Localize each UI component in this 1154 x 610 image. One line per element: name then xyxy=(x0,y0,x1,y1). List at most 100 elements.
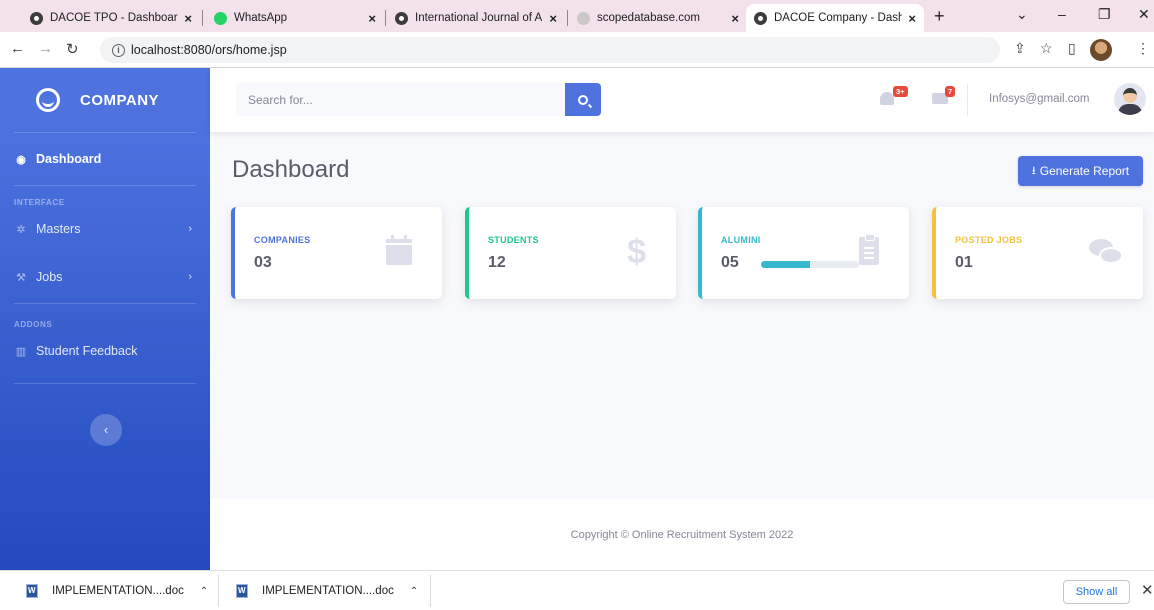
search-input[interactable]: Search for... xyxy=(236,83,566,116)
sidebar-brand[interactable]: COMPANY xyxy=(0,68,210,132)
messages-badge: 7 xyxy=(945,86,956,97)
tab-title: scopedatabase.com xyxy=(597,12,700,24)
brand-name: COMPANY xyxy=(80,91,160,109)
tab-search-icon[interactable]: ⌄ xyxy=(1016,6,1028,23)
sidebar-item-label: Dashboard xyxy=(36,152,102,166)
bell-icon[interactable] xyxy=(880,92,894,105)
download-shelf: IMPLEMENTATION....doc ⌃ IMPLEMENTATION..… xyxy=(0,570,1154,610)
avatar[interactable] xyxy=(1114,83,1146,115)
sidebar-divider xyxy=(14,383,196,384)
shelf-separator xyxy=(218,575,219,607)
sidebar-item-masters[interactable]: ✲ Masters › xyxy=(0,207,210,251)
browser-profile-avatar[interactable] xyxy=(1090,39,1112,61)
comments-icon xyxy=(1089,235,1123,264)
browser-tab-strip: DACOE TPO - Dashboard × WhatsApp × Inter… xyxy=(0,0,1154,32)
avatar-head xyxy=(1123,88,1137,103)
download-icon: ⭳ xyxy=(1031,164,1036,177)
tachometer-icon: ◉ xyxy=(16,153,26,166)
close-shelf-icon[interactable]: ✕ xyxy=(1141,581,1154,599)
tab-separator xyxy=(567,10,568,26)
whatsapp-icon xyxy=(214,11,227,25)
close-tab-icon[interactable]: × xyxy=(549,11,557,26)
close-tab-icon[interactable]: × xyxy=(908,11,916,26)
sidebar-item-student-feedback[interactable]: ▥ Student Feedback xyxy=(0,329,210,373)
url-text: localhost:8080/ors/home.jsp xyxy=(131,43,287,57)
clipboard-icon xyxy=(859,234,879,265)
bookmark-star-icon[interactable]: ☆ xyxy=(1040,40,1053,57)
user-email[interactable]: Infosys@gmail.com xyxy=(989,93,1090,105)
address-bar[interactable]: i localhost:8080/ors/home.jsp xyxy=(100,37,1000,63)
back-icon[interactable]: ← xyxy=(10,40,25,57)
download-filename: IMPLEMENTATION....doc xyxy=(52,585,184,597)
avatar-body xyxy=(1118,104,1142,115)
browser-tab-active[interactable]: DACOE Company - Dashb × xyxy=(746,4,924,32)
footer: Copyright © Online Recruitment System 20… xyxy=(210,499,1154,570)
chevron-right-icon: › xyxy=(188,271,192,283)
reload-icon[interactable]: ↻ xyxy=(66,40,79,58)
show-all-button[interactable]: Show all xyxy=(1063,580,1130,604)
word-doc-icon xyxy=(26,584,38,598)
sidebar-item-jobs[interactable]: ⚒ Jobs › xyxy=(0,251,210,303)
page-title: Dashboard xyxy=(232,156,350,183)
chrome-icon xyxy=(395,11,408,25)
globe-icon xyxy=(577,11,590,25)
download-item[interactable]: IMPLEMENTATION....doc ⌃ xyxy=(236,571,418,610)
chrome-icon xyxy=(30,11,43,25)
browser-tab[interactable]: DACOE TPO - Dashboard × xyxy=(22,4,200,32)
alerts-badge: 3+ xyxy=(893,86,908,97)
laugh-wink-icon xyxy=(36,88,60,112)
card-label: COMPANIES xyxy=(254,235,311,245)
progress-fill xyxy=(761,261,810,268)
alumni-progress-bar xyxy=(761,261,859,268)
sidebar-heading-interface: INTERFACE xyxy=(14,198,65,207)
chevron-up-icon[interactable]: ⌃ xyxy=(410,586,418,597)
calendar-icon xyxy=(386,235,412,265)
tab-title: DACOE Company - Dashb xyxy=(774,12,903,24)
sidebar-item-label: Student Feedback xyxy=(36,344,138,358)
new-tab-button[interactable]: + xyxy=(934,6,945,27)
close-tab-icon[interactable]: × xyxy=(368,11,376,26)
tab-title: International Journal of A xyxy=(415,12,543,24)
browser-menu-icon[interactable]: ⋮ xyxy=(1136,40,1150,57)
sidebar-toggle-button[interactable]: ‹ xyxy=(90,414,122,446)
close-tab-icon[interactable]: × xyxy=(184,11,192,26)
browser-toolbar: ← → ↻ i localhost:8080/ors/home.jsp ⇪ ☆ … xyxy=(0,32,1154,68)
sidebar-item-dashboard[interactable]: ◉ Dashboard xyxy=(0,133,210,185)
browser-tab[interactable]: International Journal of A × xyxy=(387,4,565,32)
shelf-separator xyxy=(430,575,431,607)
word-doc-icon xyxy=(236,584,248,598)
minimize-icon[interactable]: – xyxy=(1058,6,1066,22)
topbar: Search for... 3+ 7 Infosys@gmail.com xyxy=(210,68,1154,132)
sidebar-item-label: Jobs xyxy=(36,270,63,284)
close-window-icon[interactable]: ✕ xyxy=(1138,6,1150,23)
tab-separator xyxy=(202,10,203,26)
generate-report-button[interactable]: ⭳ Generate Report xyxy=(1018,156,1143,186)
chrome-icon xyxy=(754,11,767,25)
download-item[interactable]: IMPLEMENTATION....doc ⌃ xyxy=(26,571,208,610)
card-value: 01 xyxy=(955,254,973,271)
card-label: ALUMINI xyxy=(721,235,761,245)
download-filename: IMPLEMENTATION....doc xyxy=(262,585,394,597)
tab-separator xyxy=(385,10,386,26)
restore-icon[interactable]: ❐ xyxy=(1098,6,1111,23)
stat-card-companies[interactable]: COMPANIES 03 xyxy=(231,207,442,299)
browser-tab[interactable]: WhatsApp × xyxy=(206,4,384,32)
tab-title: WhatsApp xyxy=(234,12,288,24)
chevron-right-icon: › xyxy=(188,223,192,235)
chevron-up-icon[interactable]: ⌃ xyxy=(200,586,208,597)
search-button[interactable] xyxy=(565,83,601,116)
sidebar: COMPANY ◉ Dashboard INTERFACE ✲ Masters … xyxy=(0,68,210,570)
info-icon[interactable]: i xyxy=(112,43,125,57)
side-panel-icon[interactable]: ▯ xyxy=(1068,40,1076,57)
browser-tab[interactable]: scopedatabase.com × xyxy=(569,4,747,32)
stat-card-students[interactable]: STUDENTS 12 $ xyxy=(465,207,676,299)
close-tab-icon[interactable]: × xyxy=(731,11,739,26)
search-icon xyxy=(578,94,588,105)
cog-icon: ✲ xyxy=(16,223,26,236)
forward-icon[interactable]: → xyxy=(38,40,53,57)
sidebar-heading-addons: ADDONS xyxy=(14,320,53,329)
stat-card-posted-jobs[interactable]: POSTED JOBS 01 xyxy=(932,207,1143,299)
stat-card-alumni[interactable]: ALUMINI 05 xyxy=(698,207,909,299)
share-icon[interactable]: ⇪ xyxy=(1014,40,1026,57)
generate-report-label: Generate Report xyxy=(1039,164,1130,178)
